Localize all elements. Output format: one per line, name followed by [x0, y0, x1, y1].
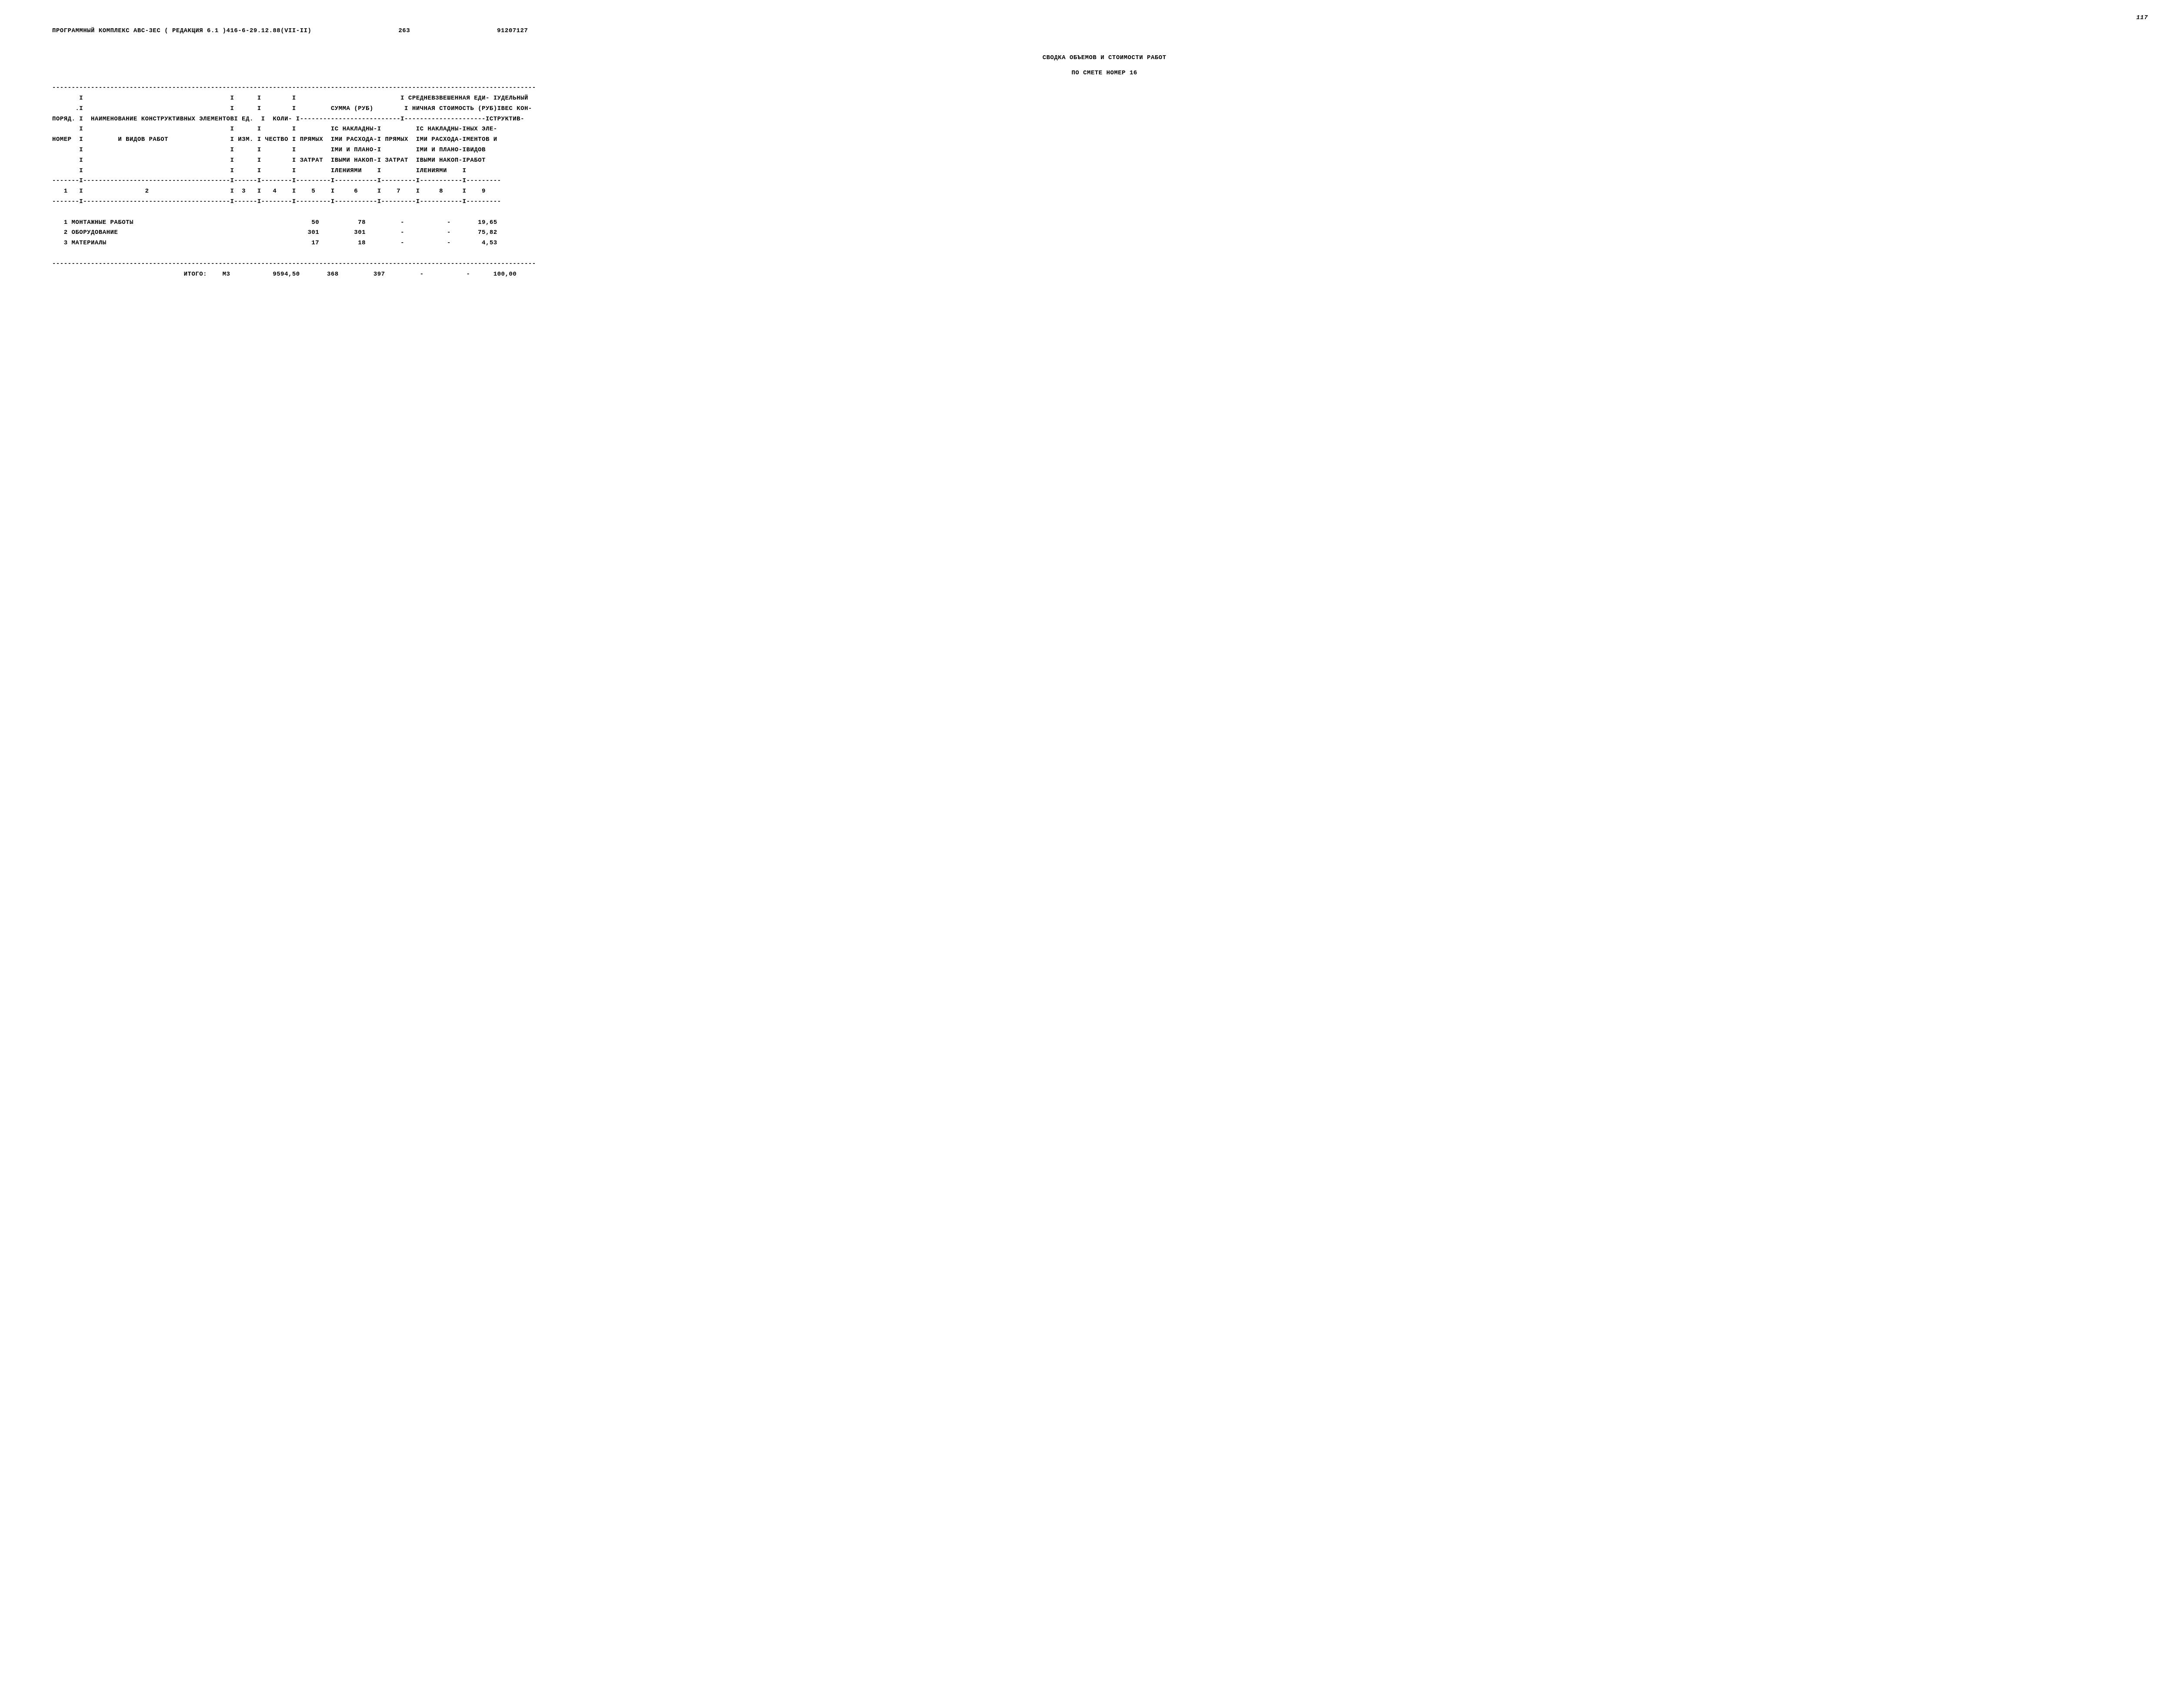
total-row: ИТОГО: М3 9594,50 368 397 - - 100,00 — [52, 271, 517, 278]
code-number: 91207127 — [497, 26, 528, 36]
hdr-l4: ПОРЯД. I НАИМЕНОВАНИЕ КОНСТРУКТИВНЫХ ЭЛЕ… — [52, 116, 524, 123]
title-2: ПО СМЕТЕ НОМЕР 16 — [909, 68, 1300, 78]
hdr-l8: I I I I ЗАТРАТ IВЫМИ НАКОП-I ЗАТРАТ IВЫМ… — [52, 157, 486, 164]
table-row: 2 ОБОРУДОВАНИЕ 301 301 - - 75,82 — [52, 229, 497, 236]
table-row: 3 МАТЕРИАЛЫ 17 18 - - 4,53 — [52, 240, 497, 246]
hdr-l7: I I I I IМИ И ПЛАНО-I IМИ И ПЛАНО-IВИДОВ — [52, 146, 486, 153]
hdr-l5: I I I I IС НАКЛАДНЫ-I IС НАКЛАДНЫ-IНЫХ Э… — [52, 126, 497, 133]
handwritten-page-number: 117 — [2136, 13, 2148, 23]
hdr-cols: 1 I 2 I 3 I 4 I 5 I 6 I 7 I 8 I 9 — [52, 188, 486, 195]
hdr-sep: ----------------------------------------… — [52, 84, 536, 91]
hdr-sep3: -------I--------------------------------… — [52, 198, 501, 205]
doc-number: 263 — [398, 26, 410, 36]
hdr-l6: НОМЕР I И ВИДОВ РАБОТ I ИЗМ. I ЧЕСТВО I … — [52, 136, 497, 143]
table-row: 1 МОНТАЖНЫЕ РАБОТЫ 50 78 - - 19,65 — [52, 219, 497, 226]
title-1: СВОДКА ОБЪЕМОВ И СТОИМОСТИ РАБОТ — [909, 53, 1300, 63]
program-label: ПРОГРАММНЫЙ КОМПЛЕКС АВС-3ЕС ( РЕДАКЦИЯ … — [52, 26, 311, 36]
hdr-l3: .I I I I СУММА (РУБ) I НИЧНАЯ СТОИМОСТЬ … — [52, 105, 532, 112]
sep-before-total: ----------------------------------------… — [52, 260, 536, 267]
hdr-l9: I I I I IЛЕНИЯМИ I IЛЕНИЯМИ I — [52, 167, 466, 174]
report-table: ----------------------------------------… — [52, 83, 2157, 280]
hdr-l2: I I I I I СРЕДНЕВЗВЕШЕННАЯ ЕДИ- IУДЕЛЬНЫ… — [52, 95, 528, 102]
meta-row: ПРОГРАММНЫЙ КОМПЛЕКС АВС-3ЕС ( РЕДАКЦИЯ … — [52, 26, 2157, 36]
hdr-sep2: -------I--------------------------------… — [52, 177, 501, 184]
